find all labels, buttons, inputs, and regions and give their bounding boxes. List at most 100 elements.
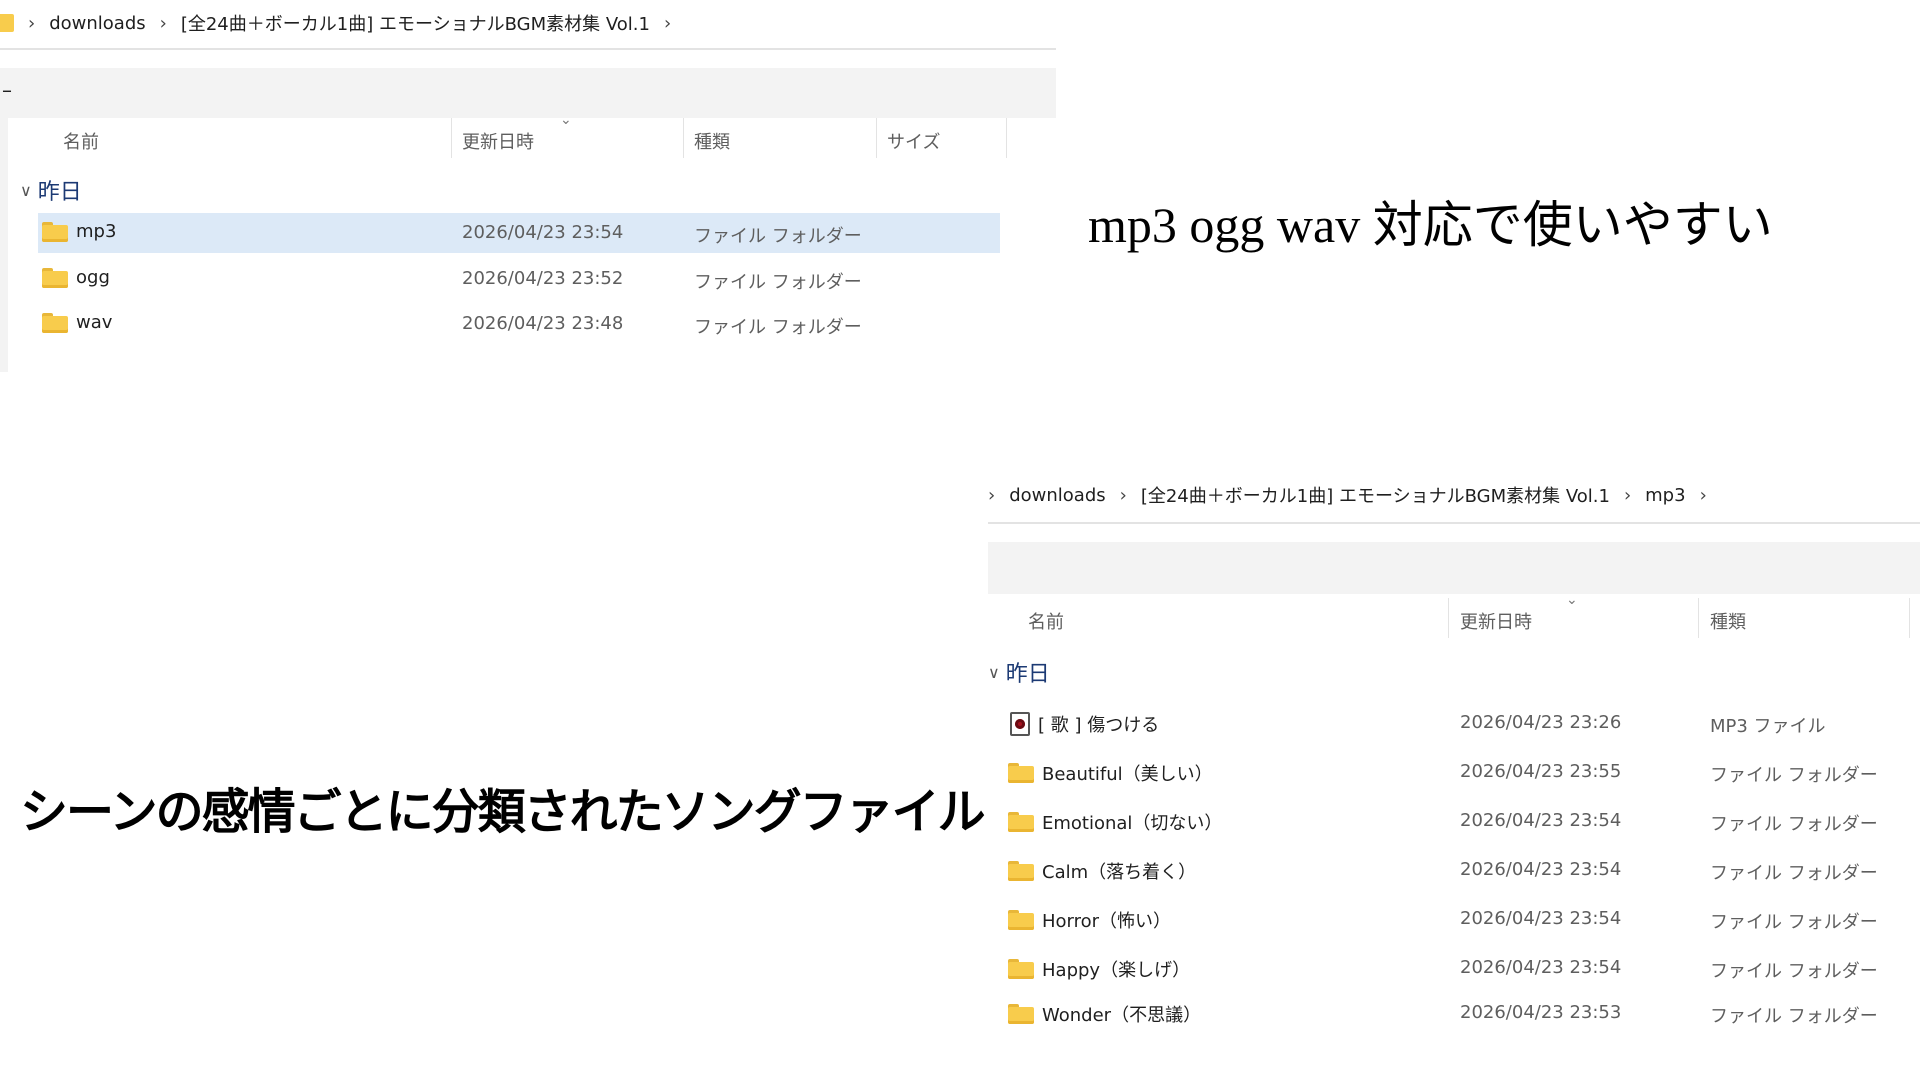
file-modified: 2026/04/23 23:54: [1460, 957, 1622, 978]
folder-icon: [1008, 1004, 1034, 1024]
file-modified: 2026/04/23 23:54: [1460, 908, 1622, 929]
chevron-down-icon: ∨: [988, 662, 1000, 682]
top-explorer-panel: › downloads › [全24曲＋ボーカル1曲] エモーショナルBGM素材…: [0, 0, 1056, 372]
folder-icon: [1008, 861, 1034, 881]
toolbar-mark[interactable]: –: [2, 78, 12, 102]
file-name: [ 歌 ] 傷つける: [1010, 711, 1159, 737]
file-row[interactable]: wav 2026/04/23 23:48 ファイル フォルダー: [38, 304, 1000, 344]
chevron-right-icon[interactable]: ›: [1700, 485, 1707, 506]
file-row[interactable]: [ 歌 ] 傷つける 2026/04/23 23:26 MP3 ファイル: [988, 703, 1920, 743]
column-header-row: 名前 更新日時 ⌄ 種類 サイズ: [0, 112, 1056, 158]
column-divider[interactable]: [1698, 598, 1699, 638]
column-header-modified[interactable]: 更新日時: [462, 128, 534, 154]
folder-icon: [42, 312, 68, 333]
column-divider[interactable]: [451, 118, 452, 158]
breadcrumb-item-downloads[interactable]: downloads: [49, 13, 145, 34]
column-header-name[interactable]: 名前: [1028, 608, 1064, 634]
mp3-file-icon: [1010, 712, 1030, 736]
breadcrumb: › downloads › [全24曲＋ボーカル1曲] エモーショナルBGM素材…: [0, 0, 1056, 46]
divider: [0, 48, 1056, 50]
file-name: mp3: [42, 221, 116, 242]
group-header-yesterday[interactable]: ∨ 昨日: [20, 174, 82, 206]
file-row[interactable]: Horror（怖い） 2026/04/23 23:54 ファイル フォルダー: [988, 899, 1920, 939]
file-modified: 2026/04/23 23:54: [462, 222, 624, 243]
file-name-label: mp3: [76, 221, 117, 242]
file-type: ファイル フォルダー: [694, 272, 862, 293]
chevron-right-icon[interactable]: ›: [664, 13, 671, 34]
file-type: ファイル フォルダー: [1710, 1006, 1878, 1027]
headline-categories: シーンの感情ごとに分類されたソングファイル: [20, 786, 986, 839]
file-name: Wonder（不思議）: [1008, 1001, 1201, 1027]
breadcrumb-item-downloads[interactable]: downloads: [1009, 485, 1105, 506]
breadcrumb-item-mp3[interactable]: mp3: [1645, 485, 1685, 506]
column-divider[interactable]: [1909, 598, 1910, 638]
file-name-label: Wonder（不思議）: [1042, 1005, 1202, 1026]
file-name-label: Horror（怖い）: [1042, 911, 1172, 932]
group-label: 昨日: [1005, 662, 1050, 687]
column-header-name[interactable]: 名前: [63, 128, 99, 154]
file-type: MP3 ファイル: [1710, 716, 1826, 737]
file-name: wav: [42, 312, 112, 333]
group-label: 昨日: [37, 180, 82, 205]
file-type: ファイル フォルダー: [1710, 863, 1878, 884]
folder-icon: [42, 267, 68, 288]
column-divider[interactable]: [1006, 118, 1007, 158]
file-modified: 2026/04/23 23:52: [462, 268, 624, 289]
file-name: ogg: [42, 267, 110, 288]
command-bar: –: [0, 68, 1056, 118]
sort-descending-icon: ⌄: [560, 112, 572, 128]
headline-formats: mp3 ogg wav 対応で使いやすい: [1088, 197, 1773, 253]
file-name: Beautiful（美しい）: [1008, 760, 1213, 786]
file-row[interactable]: mp3 2026/04/23 23:54 ファイル フォルダー: [38, 213, 1000, 253]
file-type: ファイル フォルダー: [694, 226, 862, 247]
file-type: ファイル フォルダー: [1710, 912, 1878, 933]
file-name: Happy（楽しげ）: [1008, 956, 1190, 982]
left-edge-strip: [0, 118, 8, 372]
file-row[interactable]: Calm（落ち着く） 2026/04/23 23:54 ファイル フォルダー: [988, 850, 1920, 890]
breadcrumb-item-album[interactable]: [全24曲＋ボーカル1曲] エモーショナルBGM素材集 Vol.1: [181, 10, 650, 36]
chevron-right-icon: ›: [159, 12, 167, 34]
file-row[interactable]: Beautiful（美しい） 2026/04/23 23:55 ファイル フォル…: [988, 752, 1920, 792]
file-name-label: Beautiful（美しい）: [1042, 764, 1213, 785]
chevron-right-icon: ›: [988, 484, 996, 506]
folder-icon: [1008, 812, 1034, 832]
divider: [988, 522, 1920, 524]
file-modified: 2026/04/23 23:48: [462, 313, 624, 334]
column-header-type[interactable]: 種類: [694, 128, 730, 154]
chevron-right-icon: ›: [1623, 484, 1632, 506]
column-divider[interactable]: [683, 118, 684, 158]
file-name: Calm（落ち着く）: [1008, 858, 1196, 884]
chevron-right-icon: ›: [28, 12, 36, 34]
file-row[interactable]: Wonder（不思議） 2026/04/23 23:53 ファイル フォルダー: [988, 997, 1920, 1030]
column-divider[interactable]: [876, 118, 877, 158]
group-header-yesterday[interactable]: ∨ 昨日: [988, 656, 1050, 688]
folder-icon: [1008, 959, 1034, 979]
column-header-modified[interactable]: 更新日時: [1460, 608, 1532, 634]
column-header-type[interactable]: 種類: [1710, 608, 1746, 634]
breadcrumb: › downloads › [全24曲＋ボーカル1曲] エモーショナルBGM素材…: [988, 470, 1920, 520]
sort-descending-icon: ⌄: [1566, 592, 1578, 608]
file-row[interactable]: ogg 2026/04/23 23:52 ファイル フォルダー: [38, 259, 1000, 299]
breadcrumb-item-album[interactable]: [全24曲＋ボーカル1曲] エモーショナルBGM素材集 Vol.1: [1141, 482, 1610, 508]
folder-icon: [42, 221, 68, 242]
file-modified: 2026/04/23 23:53: [1460, 1002, 1622, 1023]
file-type: ファイル フォルダー: [1710, 814, 1878, 835]
folder-icon: [0, 14, 14, 32]
column-divider[interactable]: [1448, 598, 1449, 638]
file-type: ファイル フォルダー: [694, 317, 862, 338]
file-type: ファイル フォルダー: [1710, 961, 1878, 982]
file-name: Emotional（切ない）: [1008, 809, 1222, 835]
file-row[interactable]: Emotional（切ない） 2026/04/23 23:54 ファイル フォル…: [988, 801, 1920, 841]
column-header-row: 名前 更新日時 ⌄ 種類: [988, 592, 1920, 638]
folder-icon: [1008, 910, 1034, 930]
file-name-label: Emotional（切ない）: [1042, 813, 1223, 834]
file-name-label: [ 歌 ] 傷つける: [1038, 715, 1160, 736]
file-name-label: ogg: [76, 267, 110, 288]
chevron-down-icon: ∨: [20, 180, 32, 200]
file-row[interactable]: Happy（楽しげ） 2026/04/23 23:54 ファイル フォルダー: [988, 948, 1920, 988]
file-modified: 2026/04/23 23:26: [1460, 712, 1622, 733]
column-header-size[interactable]: サイズ: [887, 128, 940, 154]
file-type: ファイル フォルダー: [1710, 765, 1878, 786]
command-bar: [988, 542, 1920, 594]
file-name: Horror（怖い）: [1008, 907, 1171, 933]
